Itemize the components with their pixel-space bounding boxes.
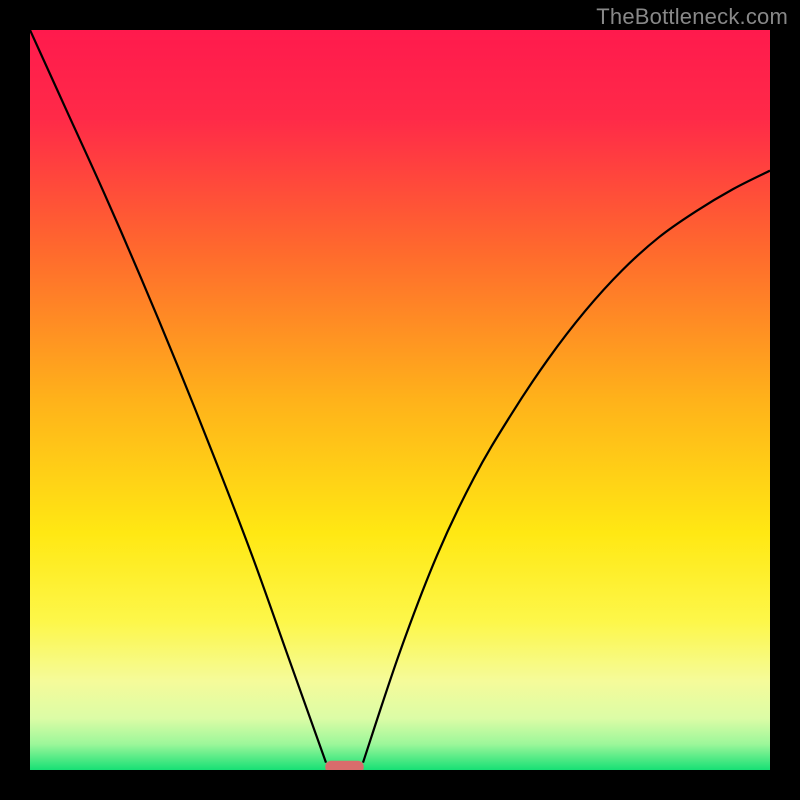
bottleneck-chart: [30, 30, 770, 770]
chart-container: TheBottleneck.com: [0, 0, 800, 800]
plot-background: [30, 30, 770, 770]
watermark-text: TheBottleneck.com: [596, 4, 788, 30]
bottleneck-marker: [325, 761, 363, 770]
